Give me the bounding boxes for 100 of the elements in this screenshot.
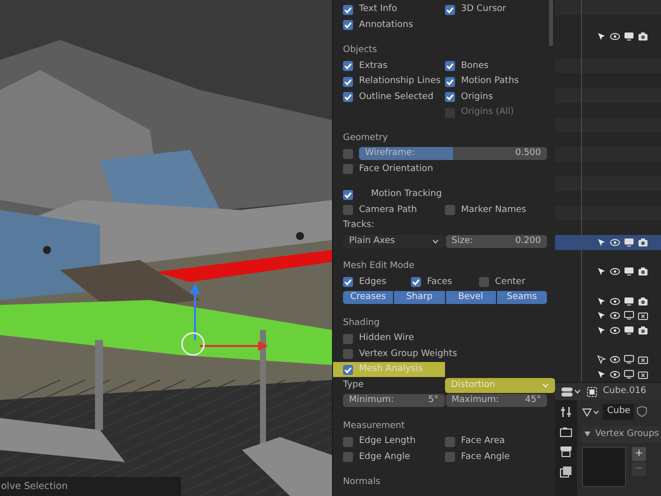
checkbox[interactable] [411, 277, 421, 288]
expand-triangle-icon[interactable] [584, 431, 592, 438]
eye-icon[interactable] [610, 371, 620, 378]
slider-label: Wireframe: [365, 147, 415, 160]
cursor-icon[interactable] [597, 296, 606, 306]
number-field[interactable]: Minimum: 5° [343, 394, 444, 408]
eye-icon[interactable] [610, 356, 620, 364]
checkbox[interactable] [343, 20, 353, 30]
camera-icon[interactable] [638, 296, 648, 306]
option-label: Bones [461, 60, 489, 72]
camera-icon[interactable] [638, 355, 648, 364]
option-label: Face Area [461, 435, 505, 448]
option-label: Origins (All) [461, 106, 514, 119]
checkbox[interactable] [445, 92, 455, 102]
checkbox[interactable] [445, 452, 455, 462]
checkbox[interactable] [445, 4, 455, 15]
camera-icon[interactable] [638, 32, 648, 42]
field-label: Size: [452, 234, 474, 248]
checkbox[interactable] [343, 334, 353, 344]
printer-icon[interactable] [560, 446, 572, 457]
eye-icon[interactable] [610, 312, 620, 320]
eye-icon[interactable] [610, 238, 620, 246]
checkbox[interactable] [343, 148, 353, 159]
cursor-icon[interactable] [597, 267, 606, 276]
option-label: Marker Names [461, 204, 526, 216]
cursor-icon[interactable] [597, 311, 606, 320]
checkbox[interactable] [445, 61, 455, 72]
panel-title: Vertex Groups [595, 428, 659, 440]
cursor-icon[interactable] [597, 238, 606, 247]
monitor-icon[interactable] [624, 32, 634, 42]
option-label: Relationship Lines [359, 75, 441, 88]
checkbox[interactable] [343, 277, 353, 288]
object-icon [587, 386, 597, 396]
checkbox[interactable] [479, 277, 489, 288]
monitor-icon[interactable] [624, 311, 634, 320]
checkbox[interactable] [343, 205, 353, 216]
field-value: 5° [428, 394, 438, 407]
checkbox[interactable] [445, 205, 455, 216]
checkbox[interactable] [445, 76, 455, 87]
shield-icon[interactable] [637, 406, 648, 418]
camera-icon[interactable] [638, 311, 648, 320]
eye-icon[interactable] [610, 326, 620, 334]
option-label: Outline Selected [359, 90, 434, 104]
checkbox[interactable] [343, 61, 353, 72]
selected-row[interactable] [555, 235, 661, 250]
option-label: Text Info [359, 3, 398, 16]
toggle-button[interactable]: Bevel [446, 291, 496, 304]
mesh-data-icon[interactable] [582, 406, 600, 417]
size-field[interactable]: Size: 0.200 [446, 234, 547, 248]
image-stack-icon[interactable] [560, 466, 572, 478]
camera-icon[interactable] [638, 370, 648, 380]
option-label: Face Orientation [359, 162, 434, 176]
editor-type-icon[interactable] [561, 386, 581, 396]
monitor-icon[interactable] [624, 355, 634, 364]
checkbox[interactable] [343, 364, 353, 375]
checkbox[interactable] [343, 452, 353, 462]
cursor-icon[interactable] [597, 370, 606, 380]
checkbox[interactable] [445, 436, 455, 447]
add-button[interactable]: + [632, 447, 646, 461]
checkbox[interactable] [343, 92, 353, 102]
section-heading: Mesh Edit Mode [343, 260, 416, 273]
monitor-icon[interactable] [624, 326, 634, 335]
option-label: Mesh Analysis [359, 363, 423, 376]
monitor-icon[interactable] [624, 296, 634, 306]
section-heading: Shading [343, 316, 381, 330]
cursor-icon[interactable] [597, 326, 606, 335]
number-field[interactable]: Maximum: 45° [446, 394, 547, 408]
checkbox[interactable] [343, 164, 353, 174]
eye-icon[interactable] [610, 268, 620, 276]
panel-header[interactable]: Vertex Groups [582, 426, 661, 443]
checkbox[interactable] [343, 76, 353, 87]
checkbox[interactable] [343, 349, 353, 360]
camera-icon[interactable] [638, 326, 648, 335]
wireframe-slider[interactable]: Wireframe: 0.500 [359, 147, 547, 160]
monitor-icon[interactable] [624, 238, 634, 247]
cursor-icon[interactable] [597, 355, 606, 364]
section-heading: Objects [343, 44, 378, 57]
eye-icon[interactable] [610, 298, 620, 305]
cursor-icon[interactable] [597, 32, 606, 42]
field-label: Tracks: [343, 219, 376, 232]
field-label: Minimum: [349, 394, 394, 407]
checkbox[interactable] [343, 190, 353, 200]
camera-icon[interactable] [638, 238, 648, 247]
monitor-icon[interactable] [624, 370, 634, 380]
tool-icon[interactable] [560, 406, 572, 418]
toggle-button[interactable]: Sharp [394, 291, 444, 304]
monitor-icon[interactable] [624, 267, 634, 276]
chevron-icon [542, 382, 549, 388]
camera-icon[interactable] [638, 267, 648, 276]
checkbox[interactable] [343, 4, 353, 15]
toggle-button[interactable]: Creases [343, 291, 394, 304]
checkbox[interactable] [343, 436, 353, 447]
camera-back-icon[interactable] [560, 427, 572, 437]
dropdown[interactable]: Plain Axes [343, 234, 444, 248]
option-label: Edge Length [359, 435, 416, 448]
eye-icon[interactable] [610, 33, 620, 40]
mesh-name-field[interactable]: Cube [603, 404, 634, 420]
section-heading: Geometry [343, 132, 389, 144]
option-label: Motion Paths [461, 75, 519, 88]
toggle-button[interactable]: Seams [496, 291, 547, 304]
